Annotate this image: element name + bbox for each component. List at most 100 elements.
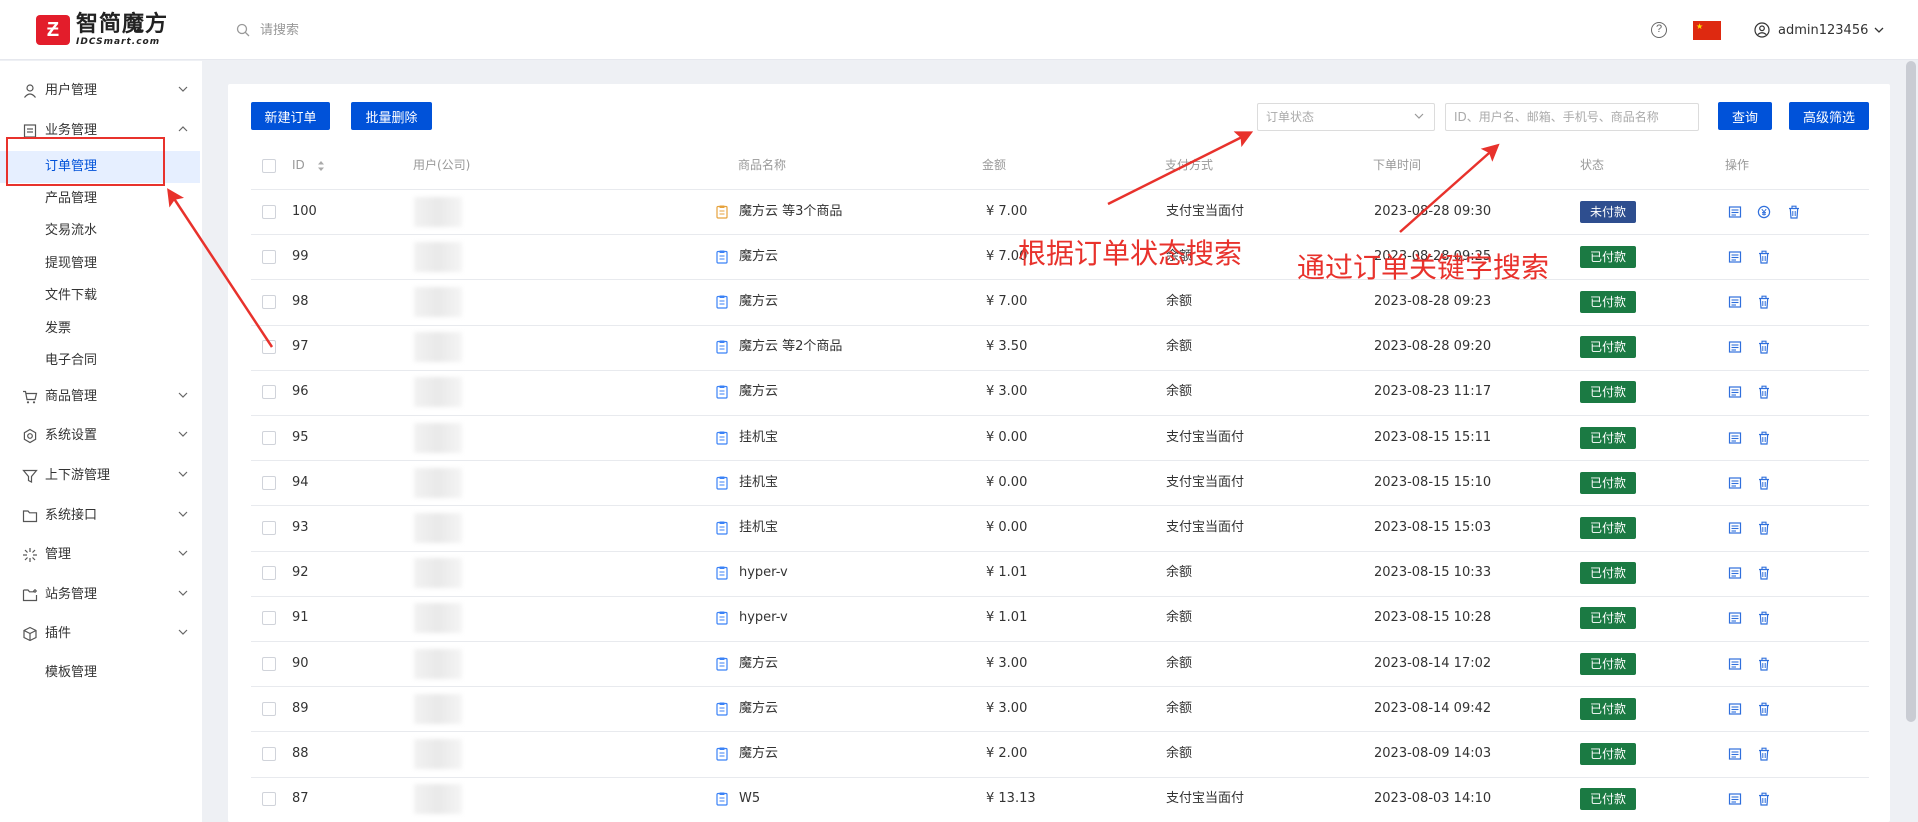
delete-icon[interactable]	[1757, 792, 1771, 806]
select-all-checkbox[interactable]	[262, 159, 276, 173]
product-name[interactable]: 魔方云	[739, 249, 778, 265]
row-checkbox[interactable]	[262, 611, 276, 626]
row-checkbox[interactable]	[262, 521, 276, 535]
sidebar-item-site-affairs[interactable]: 站务管理	[0, 579, 202, 611]
sort-icon[interactable]	[317, 160, 325, 172]
order-detail-icon[interactable]	[1728, 702, 1742, 716]
product-name[interactable]: 魔方云	[739, 701, 778, 717]
product-name[interactable]: 挂机宝	[739, 475, 778, 491]
product-name[interactable]: 挂机宝	[739, 520, 778, 536]
sidebar-item-management[interactable]: 管理	[0, 539, 202, 571]
delete-icon[interactable]	[1757, 340, 1771, 354]
order-id[interactable]: 98	[292, 294, 309, 310]
batch-delete-button[interactable]: 批量删除	[351, 102, 432, 130]
sidebar-item-users[interactable]: 用户管理	[0, 75, 202, 107]
sidebar-item-upstream[interactable]: 上下游管理	[0, 460, 202, 492]
product-name[interactable]: 魔方云	[739, 384, 778, 400]
user-menu[interactable]: admin123456	[1754, 20, 1884, 40]
row-checkbox[interactable]	[262, 430, 276, 445]
keyword-search-input[interactable]	[1445, 103, 1699, 131]
row-checkbox[interactable]	[262, 747, 276, 761]
delete-icon[interactable]	[1757, 702, 1771, 716]
row-checkbox[interactable]	[262, 249, 276, 264]
sidebar-item-e-contract[interactable]: 电子合同	[0, 345, 202, 377]
row-checkbox[interactable]	[262, 792, 276, 807]
sidebar-item-goods[interactable]: 商品管理	[0, 381, 202, 413]
delete-icon[interactable]	[1757, 476, 1771, 490]
order-detail-icon[interactable]	[1728, 792, 1742, 806]
order-id[interactable]: 99	[292, 249, 309, 265]
order-id[interactable]: 100	[292, 204, 317, 220]
sidebar-item-plugins[interactable]: 插件	[0, 618, 202, 650]
order-id[interactable]: 92	[292, 565, 309, 581]
delete-icon[interactable]	[1757, 431, 1771, 445]
order-id[interactable]: 88	[292, 746, 309, 762]
global-search[interactable]	[236, 18, 460, 42]
order-detail-icon[interactable]	[1728, 657, 1742, 671]
order-detail-icon[interactable]	[1728, 431, 1742, 445]
china-flag-icon[interactable]: ★	[1693, 21, 1721, 40]
order-detail-icon[interactable]	[1728, 747, 1742, 761]
product-name[interactable]: 魔方云 等2个商品	[739, 339, 842, 355]
col-id[interactable]: ID	[292, 157, 325, 173]
search-input[interactable]	[260, 22, 460, 38]
sidebar-item-template-management[interactable]: 模板管理	[0, 657, 202, 689]
row-checkbox[interactable]	[262, 295, 276, 309]
order-id[interactable]: 90	[292, 656, 309, 672]
order-detail-icon[interactable]	[1728, 566, 1742, 580]
help-icon[interactable]: ?	[1651, 22, 1667, 38]
order-id[interactable]: 95	[292, 430, 309, 446]
row-checkbox[interactable]	[262, 340, 276, 355]
row-checkbox[interactable]	[262, 385, 276, 400]
row-checkbox[interactable]	[262, 204, 276, 219]
sidebar-item-transactions[interactable]: 交易流水	[0, 215, 202, 247]
delete-icon[interactable]	[1787, 205, 1801, 219]
sidebar-item-withdrawal[interactable]: 提现管理	[0, 248, 202, 280]
query-button[interactable]: 查询	[1718, 102, 1772, 130]
order-id[interactable]: 96	[292, 384, 309, 400]
order-detail-icon[interactable]	[1728, 250, 1742, 264]
delete-icon[interactable]	[1757, 295, 1771, 309]
delete-icon[interactable]	[1757, 250, 1771, 264]
row-checkbox[interactable]	[262, 656, 276, 671]
delete-icon[interactable]	[1757, 657, 1771, 671]
new-order-button[interactable]: 新建订单	[251, 102, 330, 130]
sidebar-item-system-settings[interactable]: 系统设置	[0, 420, 202, 452]
order-detail-icon[interactable]	[1728, 521, 1742, 535]
order-id[interactable]: 89	[292, 701, 309, 717]
product-name[interactable]: 魔方云	[739, 746, 778, 762]
order-detail-icon[interactable]	[1728, 205, 1742, 219]
order-id[interactable]: 93	[292, 520, 309, 536]
product-name[interactable]: 魔方云	[739, 656, 778, 672]
row-checkbox[interactable]	[262, 701, 276, 716]
order-id[interactable]: 94	[292, 475, 309, 491]
product-name[interactable]: hyper-v	[739, 610, 788, 626]
product-name[interactable]: 魔方云 等3个商品	[739, 204, 842, 220]
row-checkbox[interactable]	[262, 475, 276, 490]
order-detail-icon[interactable]	[1728, 476, 1742, 490]
delete-icon[interactable]	[1757, 747, 1771, 761]
delete-icon[interactable]	[1757, 611, 1771, 625]
sidebar-item-product-management[interactable]: 产品管理	[0, 183, 202, 215]
sidebar-item-invoice[interactable]: 发票	[0, 313, 202, 345]
product-name[interactable]: W5	[739, 791, 760, 807]
page-scrollbar[interactable]	[1906, 61, 1916, 722]
advanced-filter-button[interactable]: 高级筛选	[1789, 102, 1869, 130]
delete-icon[interactable]	[1757, 566, 1771, 580]
order-detail-icon[interactable]	[1728, 340, 1742, 354]
sidebar-item-system-interface[interactable]: 系统接口	[0, 500, 202, 532]
order-id[interactable]: 97	[292, 339, 309, 355]
row-checkbox[interactable]	[262, 566, 276, 581]
product-name[interactable]: 魔方云	[739, 294, 778, 310]
order-detail-icon[interactable]	[1728, 385, 1742, 399]
delete-icon[interactable]	[1757, 385, 1771, 399]
pay-order-icon[interactable]	[1757, 205, 1771, 219]
product-name[interactable]: 挂机宝	[739, 430, 778, 446]
sidebar-item-file-download[interactable]: 文件下载	[0, 280, 202, 312]
brand-logo[interactable]: Ƶ 智简魔方 IDCSmart.com	[36, 12, 168, 48]
product-name[interactable]: hyper-v	[739, 565, 788, 581]
order-id[interactable]: 87	[292, 791, 309, 807]
delete-icon[interactable]	[1757, 521, 1771, 535]
order-detail-icon[interactable]	[1728, 611, 1742, 625]
order-status-select[interactable]: 订单状态	[1257, 103, 1435, 131]
